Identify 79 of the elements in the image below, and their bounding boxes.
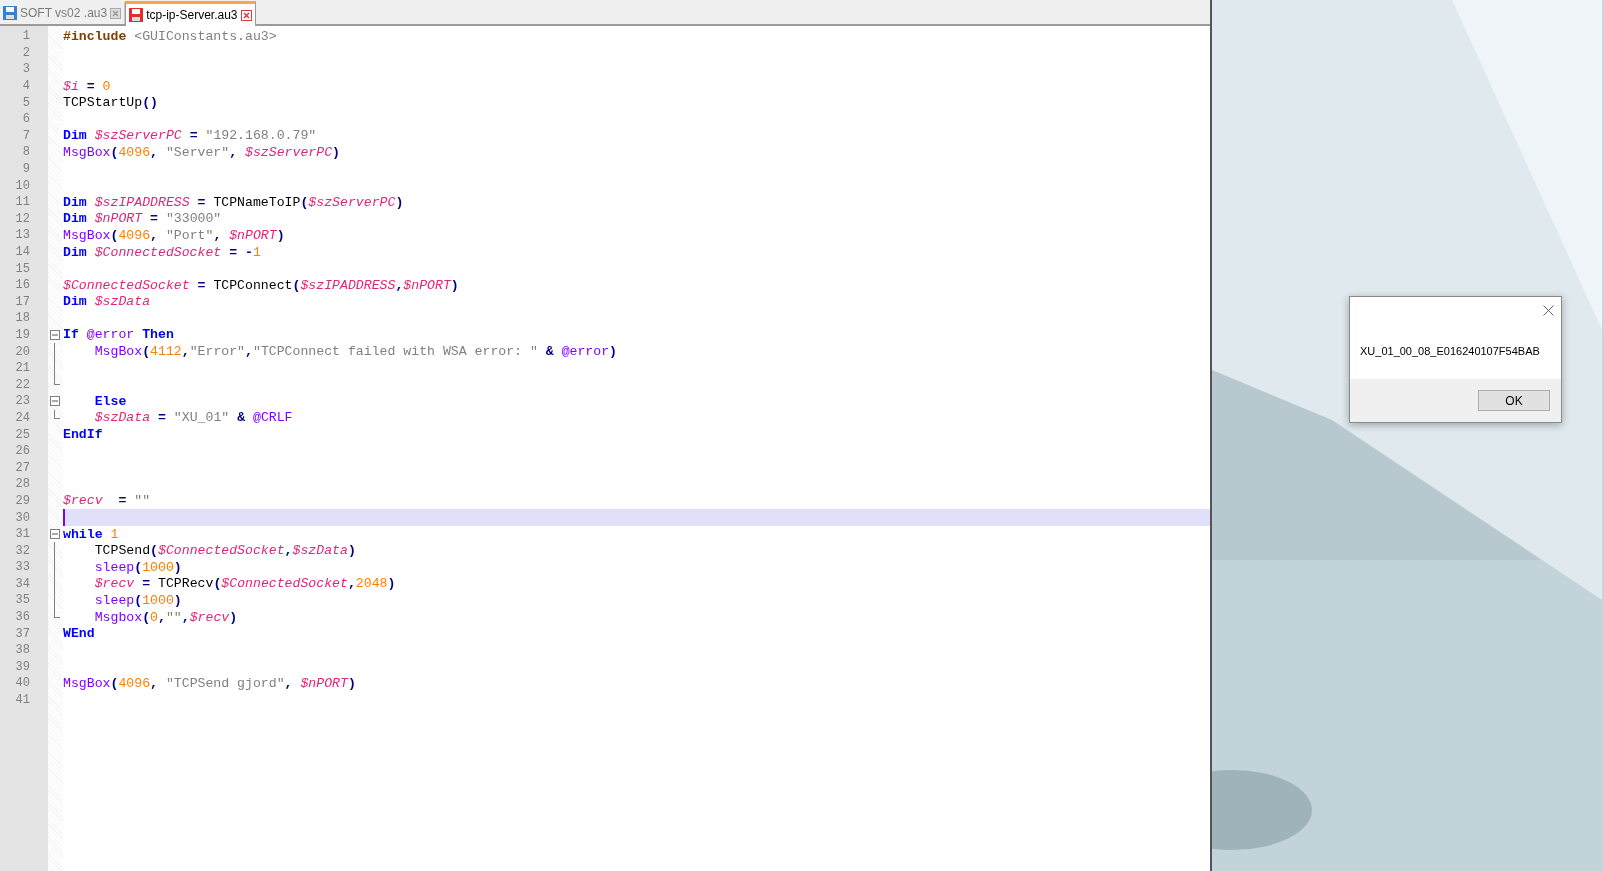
code-line: Dim $ConnectedSocket = -1 (63, 244, 261, 260)
file-tab[interactable]: SOFT vs02 .au3 (0, 2, 126, 24)
code-line: TCPStartUp() (63, 95, 158, 111)
code-line: #include <GUIConstants.au3> (63, 28, 277, 44)
code-line: sleep(1000) (93, 559, 182, 575)
close-icon[interactable] (1543, 304, 1554, 316)
line-number: 28 (15, 477, 30, 492)
line-number: 8 (22, 145, 30, 160)
code-line: Msgbox(0,"",$recv) (93, 609, 238, 625)
line-number: 41 (15, 693, 30, 708)
line-number: 30 (15, 510, 30, 525)
code-line: Else (93, 393, 127, 409)
fold-end-line (54, 608, 60, 618)
line-number: 25 (15, 427, 30, 442)
dialog-message: XU_01_00_08_E016240107F54BAB (1360, 343, 1540, 359)
fold-end-line (54, 376, 60, 386)
code-line: WEnd (63, 626, 95, 642)
line-number: 5 (22, 95, 30, 110)
line-number: 6 (22, 112, 30, 127)
line-number: 40 (15, 676, 30, 691)
line-number: 9 (22, 162, 30, 177)
code-line: Dim $szServerPC = "192.168.0.79" (63, 128, 317, 144)
line-number: 12 (15, 211, 30, 226)
line-number: 11 (15, 195, 30, 210)
file-tab[interactable]: tcp-ip-Server.au3 (125, 1, 256, 26)
code-line: $recv = "" (63, 493, 151, 509)
ok-button[interactable]: OK (1478, 390, 1550, 411)
code-line: sleep(1000) (93, 593, 182, 608)
line-number: 23 (15, 394, 30, 409)
line-number: 13 (15, 228, 30, 243)
code-line: $recv = TCPRecv($ConnectedSocket,2048) (93, 576, 396, 592)
line-number: 31 (15, 527, 30, 542)
line-number: 39 (15, 659, 30, 674)
line-number: 38 (15, 643, 30, 658)
line-number: 24 (15, 410, 30, 425)
code-line: while 1 (63, 526, 119, 542)
line-number: 10 (15, 178, 30, 193)
code-line: MsgBox(4096, "Server", $szServerPC) (63, 144, 340, 160)
line-number: 7 (22, 128, 30, 143)
line-number: 29 (15, 493, 30, 508)
line-number: 15 (15, 261, 30, 276)
line-number: 22 (15, 377, 30, 392)
line-number: 37 (15, 626, 30, 641)
line-number: 16 (15, 278, 30, 293)
code-line: Dim $szData (63, 294, 151, 310)
code-line: Dim $nPORT = "33000" (63, 211, 222, 227)
code-line: $ConnectedSocket = TCPConnect($szIPADDRESS,$nPORT) (63, 277, 459, 293)
line-number: 33 (15, 560, 30, 575)
line-number: 21 (15, 361, 30, 376)
collapse-icon[interactable] (50, 329, 60, 340)
collapse-icon[interactable] (50, 396, 60, 407)
line-number: 20 (15, 344, 30, 359)
code-line: Dim $szIPADDRESS = TCPNameToIP($szServerPC) (63, 194, 404, 210)
line-number: 14 (15, 245, 30, 259)
line-number: 32 (15, 543, 30, 558)
code-line: If @error Then (63, 327, 174, 343)
line-number: 3 (22, 62, 30, 77)
code-line: $i = 0 (63, 78, 111, 94)
code-line: EndIf (63, 427, 103, 443)
code-line: $szData = "XU_01" & @CRLF (93, 410, 293, 426)
code-line: MsgBox(4112,"Error","TCPConnect failed with WSA error: " & @error) (93, 344, 618, 360)
code-line: TCPSend($ConnectedSocket,$szData) (93, 543, 356, 559)
line-number: 34 (15, 576, 30, 591)
line-number: 2 (22, 45, 30, 60)
line-number: 36 (15, 610, 30, 625)
line-number: 35 (15, 593, 30, 608)
line-number: 19 (15, 328, 30, 342)
line-number: 18 (15, 311, 30, 326)
close-icon[interactable] (240, 9, 252, 21)
line-number: 27 (15, 460, 30, 475)
collapse-icon[interactable] (50, 528, 60, 539)
code-line: MsgBox(4096, "TCPSend gjord", $nPORT) (63, 675, 356, 691)
line-number: 17 (15, 294, 30, 309)
close-icon[interactable] (110, 7, 122, 19)
code-line: MsgBox(4096, "Port", $nPORT) (63, 227, 285, 243)
line-number: 4 (22, 79, 30, 94)
line-number: 26 (15, 444, 30, 459)
fold-end-line (54, 409, 60, 419)
line-number: 1 (22, 29, 30, 44)
